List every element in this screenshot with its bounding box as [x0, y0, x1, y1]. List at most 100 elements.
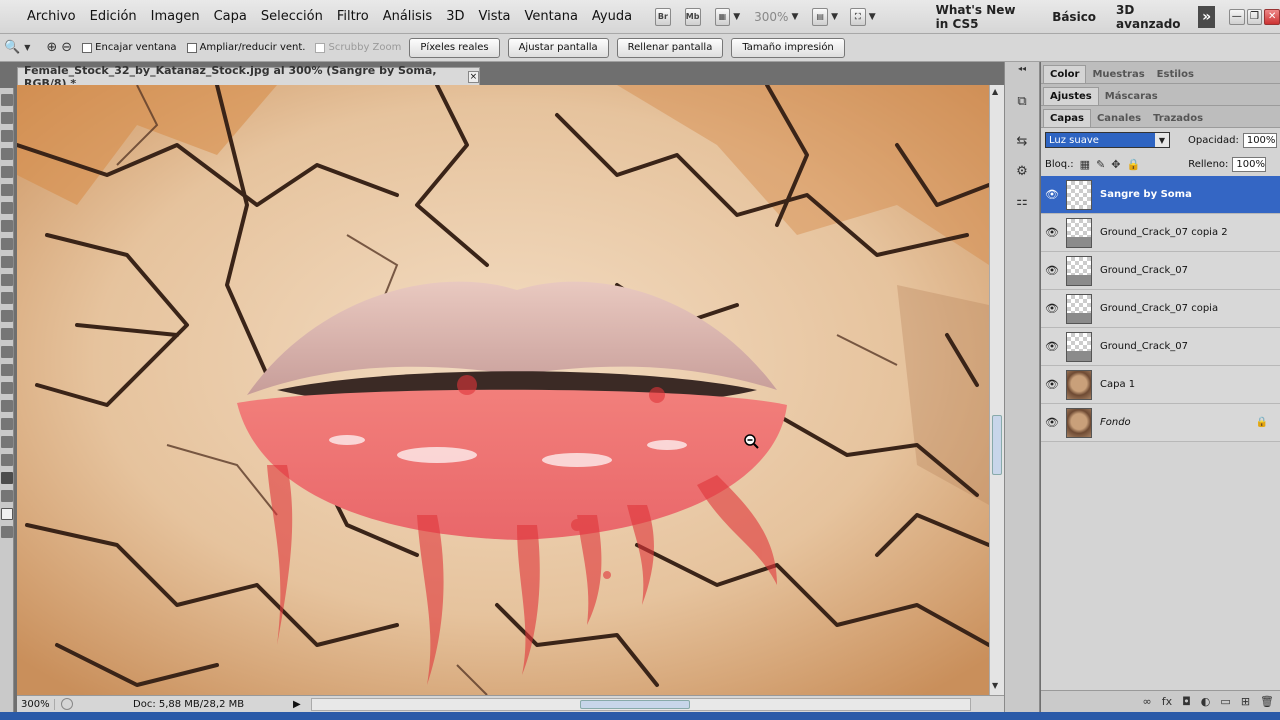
actions-icon[interactable]: ⇆ — [1012, 134, 1032, 154]
chevron-down-icon[interactable]: ▼ — [831, 12, 838, 22]
eraser-tool-icon[interactable] — [1, 274, 13, 286]
tab-muestras[interactable]: Muestras — [1086, 66, 1150, 83]
history-brush-tool-icon[interactable] — [1, 256, 13, 268]
trash-icon[interactable]: 🗑 — [1260, 695, 1274, 708]
close-window-button[interactable]: ✕ — [1264, 8, 1280, 25]
pen-tool-icon[interactable] — [1, 346, 13, 358]
scrubby-zoom-checkbox[interactable]: Scrubby Zoom — [315, 42, 401, 53]
workspace-3d-avanzado[interactable]: 3D avanzado — [1106, 3, 1192, 31]
zoom-in-icon[interactable]: ⊕ — [46, 40, 57, 55]
scroll-up-icon[interactable]: ▲ — [992, 87, 998, 96]
quick-mask-icon[interactable] — [1, 526, 13, 538]
layer-style-icon[interactable]: fx — [1162, 695, 1172, 708]
menu-analisis[interactable]: Análisis — [376, 9, 439, 24]
chevron-down-icon[interactable]: ▼ — [869, 12, 876, 22]
layer-row[interactable]: 👁 Fondo 🔒 — [1041, 404, 1280, 442]
status-zoom[interactable]: 300% — [17, 698, 55, 710]
document-tab[interactable]: Female_Stock_32_by_Katanaz_Stock.jpg al … — [17, 64, 480, 90]
menu-ventana[interactable]: Ventana — [518, 9, 585, 24]
minimize-button[interactable]: — — [1228, 8, 1245, 25]
lasso-tool-icon[interactable] — [1, 130, 13, 142]
menu-capa[interactable]: Capa — [207, 9, 254, 24]
zoom-out-icon[interactable]: ⊖ — [61, 40, 72, 55]
restore-button[interactable]: ❐ — [1246, 8, 1263, 25]
adjustment-layer-icon[interactable]: ◐ — [1201, 695, 1211, 708]
ampliar-reducir-checkbox[interactable]: Ampliar/reducir vent. — [186, 42, 305, 53]
zoom-tool-icon[interactable]: 🔍 — [4, 40, 20, 55]
lock-pixels-icon[interactable]: ✎ — [1096, 158, 1105, 171]
tab-canales[interactable]: Canales — [1091, 110, 1147, 127]
layer-row[interactable]: 👁 Ground_Crack_07 copia — [1041, 290, 1280, 328]
default-colors-icon[interactable] — [1, 490, 13, 502]
view-extras-button[interactable]: ▦ — [714, 7, 731, 26]
tool-presets-icon[interactable]: ⚙ — [1012, 164, 1032, 184]
layer-row[interactable]: 👁 Ground_Crack_07 copia 2 — [1041, 214, 1280, 252]
arrange-documents-button[interactable]: ▤ — [812, 7, 829, 26]
lock-position-icon[interactable]: ✥ — [1111, 158, 1120, 171]
eye-icon[interactable]: 👁 — [1041, 302, 1063, 315]
3d-rotate-tool-icon[interactable] — [1, 418, 13, 430]
collapse-icon[interactable]: ◂◂ — [1012, 64, 1032, 84]
minibridge-button[interactable]: Mb — [684, 7, 701, 26]
tab-color[interactable]: Color — [1043, 65, 1087, 83]
add-mask-icon[interactable]: ◘ — [1182, 695, 1191, 708]
tamano-impresion-button[interactable]: Tamaño impresión — [731, 37, 845, 58]
opacity-input[interactable]: 100% — [1242, 132, 1277, 148]
layer-row[interactable]: 👁 Capa 1 — [1041, 366, 1280, 404]
move-tool-icon[interactable] — [1, 94, 13, 106]
fill-input[interactable]: 100% — [1232, 156, 1267, 172]
lock-transparent-icon[interactable]: ▦ — [1080, 158, 1090, 171]
new-layer-icon[interactable]: ⊞ — [1241, 695, 1250, 708]
eye-icon[interactable]: 👁 — [1041, 226, 1063, 239]
foreground-color-swatch[interactable] — [1, 508, 13, 520]
marquee-tool-icon[interactable] — [1, 112, 13, 124]
layer-row[interactable]: 👁 Ground_Crack_07 — [1041, 328, 1280, 366]
tab-ajustes[interactable]: Ajustes — [1043, 87, 1099, 105]
horizontal-scroll-thumb[interactable] — [579, 699, 690, 709]
menu-ayuda[interactable]: Ayuda — [585, 9, 639, 24]
stamp-tool-icon[interactable] — [1, 238, 13, 250]
dodge-tool-icon[interactable] — [1, 328, 13, 340]
gradient-tool-icon[interactable] — [1, 292, 13, 304]
layer-row[interactable]: 👁 Ground_Crack_07 — [1041, 252, 1280, 290]
new-group-icon[interactable]: ▭ — [1220, 695, 1230, 708]
brush-tool-icon[interactable] — [1, 220, 13, 232]
quick-select-tool-icon[interactable] — [1, 148, 13, 160]
eye-icon[interactable]: 👁 — [1041, 340, 1063, 353]
pixeles-reales-button[interactable]: Píxeles reales — [409, 37, 500, 58]
rellenar-pantalla-button[interactable]: Rellenar pantalla — [616, 37, 724, 58]
blur-tool-icon[interactable] — [1, 310, 13, 322]
menu-archivo[interactable]: Archivo — [20, 9, 83, 24]
status-menu-icon[interactable]: ▶ — [293, 699, 301, 710]
workspace-whats-new[interactable]: What's New in CS5 — [926, 3, 1043, 31]
tab-trazados[interactable]: Trazados — [1147, 110, 1209, 127]
menu-seleccion[interactable]: Selección — [254, 9, 330, 24]
chevron-down-icon[interactable]: ▼ — [733, 12, 740, 22]
hand-tool-icon[interactable] — [1, 454, 13, 466]
crop-tool-icon[interactable] — [1, 166, 13, 178]
eye-icon[interactable]: 👁 — [1041, 188, 1063, 201]
character-icon[interactable]: ⚏ — [1012, 194, 1032, 214]
eye-icon[interactable]: 👁 — [1041, 378, 1063, 391]
chevron-down-icon[interactable]: ▼ — [791, 12, 798, 22]
workspace-basico[interactable]: Básico — [1042, 10, 1106, 24]
link-layers-icon[interactable]: ∞ — [1143, 695, 1152, 708]
menu-3d[interactable]: 3D — [439, 9, 471, 24]
menu-imagen[interactable]: Imagen — [144, 9, 207, 24]
zoom-tool-icon[interactable] — [1, 472, 13, 484]
3d-orbit-tool-icon[interactable] — [1, 436, 13, 448]
blend-mode-select[interactable]: Luz suave ▼ — [1045, 132, 1170, 148]
type-tool-icon[interactable] — [1, 364, 13, 376]
bridge-button[interactable]: Br — [655, 7, 671, 26]
tab-capas[interactable]: Capas — [1043, 109, 1091, 127]
menu-filtro[interactable]: Filtro — [330, 9, 376, 24]
tab-estilos[interactable]: Estilos — [1151, 66, 1200, 83]
layer-row[interactable]: 👁 Sangre by Soma — [1041, 176, 1280, 214]
shape-tool-icon[interactable] — [1, 400, 13, 412]
lock-all-icon[interactable]: 🔒 — [1127, 158, 1141, 171]
eye-icon[interactable]: 👁 — [1041, 416, 1063, 429]
healing-tool-icon[interactable] — [1, 202, 13, 214]
close-document-icon[interactable]: × — [467, 70, 479, 83]
history-icon[interactable]: ⧉ — [1012, 94, 1032, 114]
screen-mode-button[interactable]: ⛶ — [849, 7, 866, 26]
